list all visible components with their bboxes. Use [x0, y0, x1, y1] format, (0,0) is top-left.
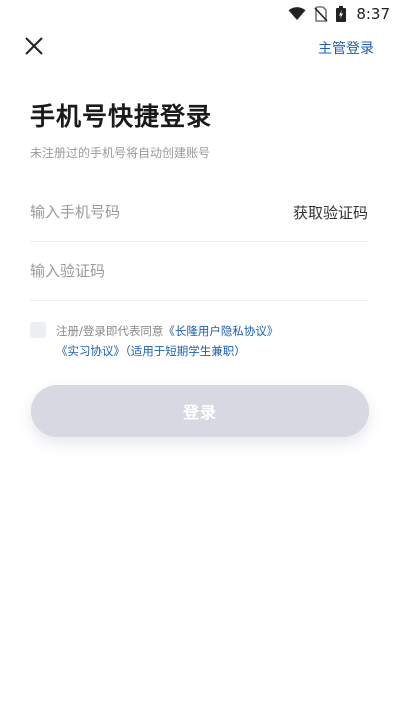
privacy-agreement-link[interactable]: 《长隆用户隐私协议》 — [163, 324, 278, 338]
supervisor-login-link[interactable]: 主管登录 — [318, 38, 374, 58]
internship-agreement-link[interactable]: 《实习协议》 — [56, 344, 125, 358]
status-time: 8:37 — [356, 5, 390, 23]
phone-field-row: 获取验证码 — [30, 183, 368, 242]
page-subtitle: 未注册过的手机号将自动创建账号 — [30, 146, 211, 160]
no-sim-icon — [314, 6, 328, 22]
verification-code-input[interactable] — [30, 262, 368, 280]
battery-icon — [336, 6, 347, 22]
phone-input[interactable] — [30, 203, 293, 221]
close-icon — [24, 36, 44, 60]
get-code-button[interactable]: 获取验证码 — [293, 202, 368, 223]
agreement-text: 注册/登录即代表同意《长隆用户隐私协议》 《实习协议》（适用于短期学生兼职） — [56, 321, 278, 361]
page-title: 手机号快捷登录 — [30, 102, 213, 131]
code-field-row — [30, 242, 368, 301]
agreement-checkbox[interactable] — [30, 322, 46, 338]
agreement-row: 注册/登录即代表同意《长隆用户隐私协议》 《实习协议》（适用于短期学生兼职） — [30, 321, 370, 361]
close-button[interactable] — [22, 36, 46, 60]
wifi-icon — [288, 7, 306, 21]
login-screen: 8:37 主管登录 手机号快捷登录 未注册过的手机号将自动创建账号 获取验证码 … — [0, 0, 400, 710]
login-button[interactable]: 登录 — [31, 385, 369, 437]
agreement-suffix: （适用于短期学生兼职） — [125, 344, 246, 358]
agreement-prefix: 注册/登录即代表同意 — [56, 324, 164, 338]
status-bar: 8:37 — [0, 0, 400, 28]
